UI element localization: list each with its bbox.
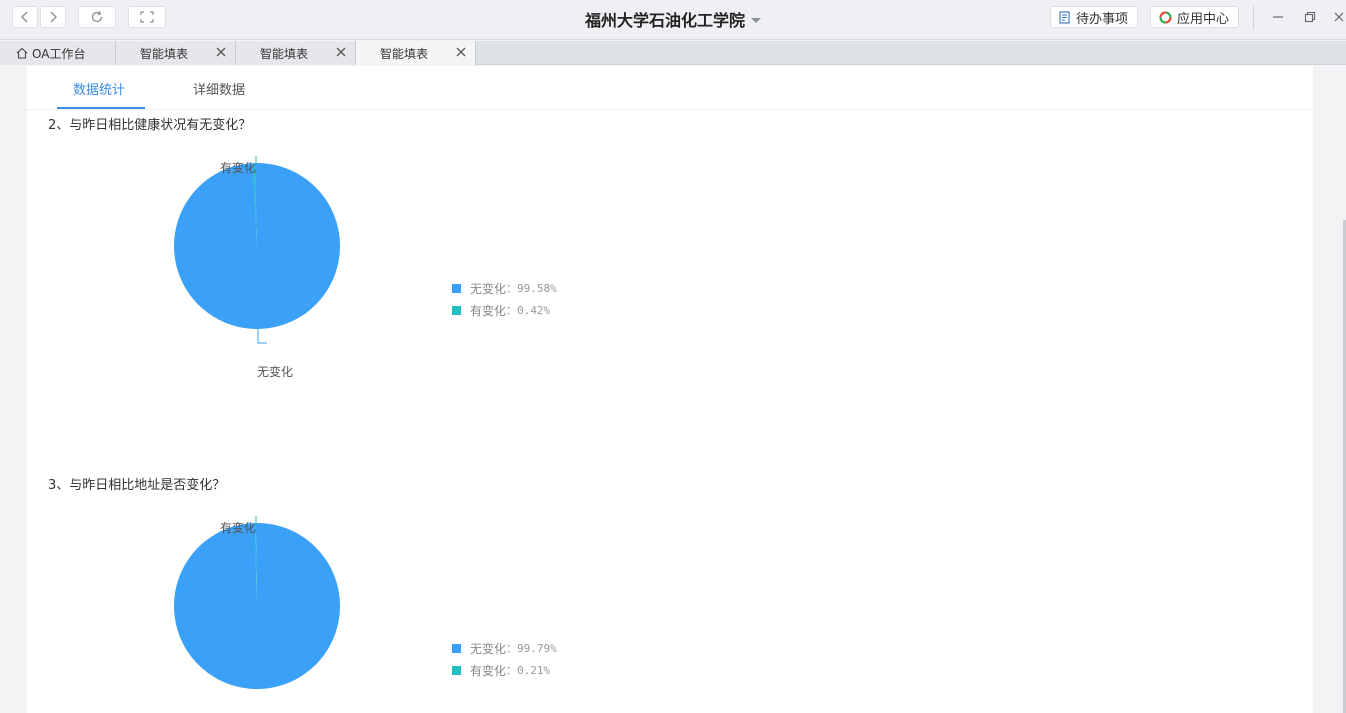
legend-name: 有变化 — [470, 663, 507, 678]
subtab-statistics[interactable]: 数据统计 — [73, 79, 125, 98]
close-tab-icon[interactable] — [215, 46, 227, 58]
minimize-icon — [1273, 16, 1283, 18]
legend-item[interactable]: 无变化 ：99.58% — [452, 277, 557, 299]
legend-item[interactable]: 有变化 ：0.21% — [452, 659, 557, 681]
divider — [1253, 6, 1254, 30]
close-tab-icon[interactable] — [455, 46, 467, 58]
chart-legend: 无变化 ：99.79% 有变化 ：0.21% — [452, 637, 557, 681]
legend-value: ：0.21% — [506, 664, 551, 677]
tab-smart-form-1[interactable]: 智能填表 — [116, 41, 236, 65]
legend-item[interactable]: 有变化 ：0.42% — [452, 299, 557, 321]
close-tab-icon[interactable] — [335, 46, 347, 58]
left-gutter — [0, 66, 27, 713]
app-center-icon — [1159, 10, 1172, 24]
tab-oa-workbench[interactable]: OA工作台 — [0, 41, 116, 65]
question-title: 3、与昨日相比地址是否变化？ — [48, 478, 226, 493]
todo-icon — [1059, 10, 1071, 24]
legend-swatch — [452, 283, 461, 293]
home-icon — [16, 47, 28, 62]
fullscreen-button[interactable] — [128, 6, 166, 28]
legend-swatch — [452, 665, 461, 675]
app-center-label: 应用中心 — [1177, 11, 1230, 27]
legend-name: 无变化 — [470, 281, 507, 296]
pie-chart-address — [174, 516, 340, 689]
tab-label: OA工作台 — [32, 46, 86, 61]
close-icon — [1334, 12, 1344, 22]
legend-value: ：0.42% — [506, 304, 551, 317]
tab-strip: OA工作台 智能填表 智能填表 智能填表 — [0, 41, 1346, 65]
pie-label-changed: 有变化 — [220, 161, 257, 175]
tab-smart-form-2[interactable]: 智能填表 — [236, 41, 356, 65]
tab-smart-form-3[interactable]: 智能填表 — [356, 41, 476, 65]
caret-down-icon[interactable] — [751, 18, 761, 23]
leader-line-unchanged — [257, 329, 267, 344]
title-bar: 福州大学石油化工学院 待办事项 应用中心 — [0, 0, 1346, 40]
legend-item[interactable]: 无变化 ：99.79% — [452, 637, 557, 659]
legend-name: 有变化 — [470, 303, 507, 318]
app-center-button[interactable]: 应用中心 — [1150, 6, 1240, 28]
legend-value: ：99.58% — [506, 282, 557, 295]
forward-button[interactable] — [40, 6, 66, 28]
right-gutter — [1313, 66, 1346, 713]
question-title: 2、与昨日相比健康状况有无变化？ — [48, 118, 252, 133]
close-window-button[interactable] — [1332, 8, 1346, 26]
legend-swatch — [452, 305, 461, 315]
refresh-button[interactable] — [78, 6, 116, 28]
pie-label-unchanged: 无变化 — [257, 365, 294, 379]
todo-button[interactable]: 待办事项 — [1050, 6, 1139, 28]
app-title-text: 福州大学石油化工学院 — [584, 11, 745, 30]
pie-chart-health — [174, 156, 340, 344]
legend-name: 无变化 — [470, 641, 507, 656]
restore-icon — [1304, 11, 1316, 23]
refresh-icon — [91, 11, 103, 23]
fullscreen-icon — [140, 11, 154, 23]
content-panel: 数据统计 详细数据 2、与昨日相比健康状况有无变化？ 有变化 无变化 无变化 ：9… — [27, 66, 1313, 713]
legend-swatch — [452, 643, 461, 653]
sub-tab-bar: 数据统计 详细数据 — [27, 66, 1313, 110]
tab-label: 智能填表 — [260, 46, 309, 61]
chart-legend: 无变化 ：99.58% 有变化 ：0.42% — [452, 277, 557, 321]
active-tab-indicator — [57, 107, 145, 109]
chevron-right-icon — [50, 11, 57, 23]
minimize-button[interactable] — [1268, 8, 1288, 26]
back-button[interactable] — [12, 6, 38, 28]
tab-label: 智能填表 — [380, 46, 429, 61]
pie-label-changed: 有变化 — [220, 521, 257, 535]
tab-label: 智能填表 — [140, 46, 189, 61]
chevron-left-icon — [21, 11, 28, 23]
todo-label: 待办事项 — [1076, 11, 1129, 27]
legend-value: ：99.79% — [506, 642, 557, 655]
restore-button[interactable] — [1300, 8, 1320, 26]
app-title[interactable]: 福州大学石油化工学院 — [585, 7, 761, 31]
subtab-details[interactable]: 详细数据 — [193, 79, 245, 98]
